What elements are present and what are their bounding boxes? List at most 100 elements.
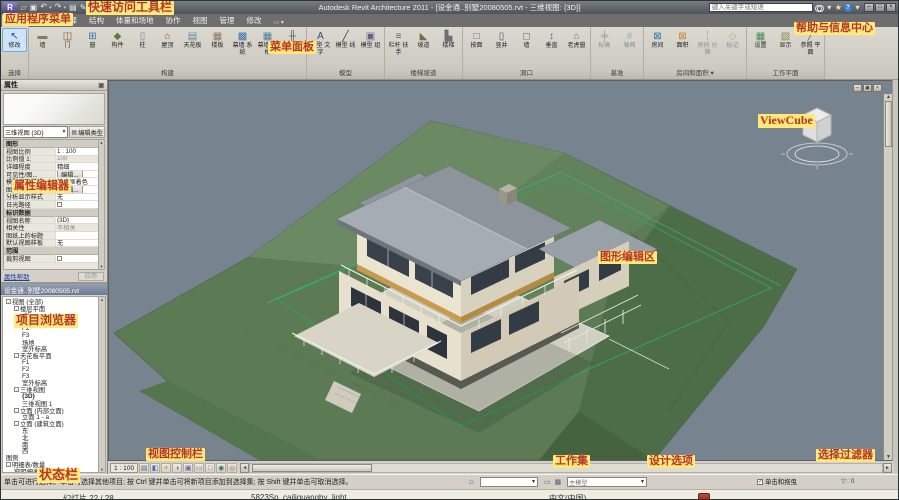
panel-toggle-icon[interactable]: ▭ ▾ [274,19,284,27]
hide-isolate-icon[interactable]: ◉ [216,463,226,473]
property-row[interactable]: 默认视图样板无 [4,240,104,248]
search-input[interactable] [709,3,813,12]
render-icon[interactable]: ▣ [183,463,193,473]
edit-button[interactable]: 编辑... [57,186,83,193]
property-value[interactable]: 精细 [56,163,104,170]
shadows-icon[interactable]: ◑ [172,463,182,473]
tree-item-F2[interactable]: F2 [4,325,97,332]
apply-button[interactable]: 应用 [78,272,104,281]
search-binoculars-icon[interactable] [815,5,824,11]
selection-filter-control[interactable]: ▽ : 0 [841,477,854,485]
tree-expander-icon[interactable]: - [14,421,19,426]
browser-scrollbar[interactable]: ▲▼ [98,297,105,472]
ribbon-button-curtain-system[interactable]: ▩幕墙 系统 [230,28,255,58]
close-button[interactable]: × [886,3,896,12]
tree-item-南[interactable]: 南 [4,441,97,448]
ribbon-button-curtain-grid[interactable]: ▦幕墙 网格 [255,28,280,58]
crop-region-icon[interactable]: □ [205,463,215,473]
ribbon-button-ceiling[interactable]: ▤天花板 [180,28,205,52]
redo-icon[interactable]: ↷ ▾ [53,1,67,14]
detail-level-icon[interactable]: ▤ [139,463,149,473]
ribbon-button-shaft[interactable]: ▯竖井 [489,28,514,52]
drag-select-checkbox[interactable]: ✓ 单击和拖曳 [757,477,797,486]
ribbon-button-area[interactable]: ⊠面积 [670,28,695,52]
tree-item-立面 (内部立面)[interactable]: -立面 (内部立面) [4,407,97,414]
tree-item-室外标高[interactable]: 室外标高 [4,380,97,387]
workset-dropdown[interactable]: ▼ [480,477,538,487]
tab-体量和场地[interactable]: 体量和场地 [110,14,160,27]
tree-item-F3[interactable]: F3 [4,332,97,339]
switch-window-icon[interactable]: ▥ ▾ [108,1,123,14]
open-file-icon[interactable]: ▱ [19,2,28,13]
properties-help-link[interactable]: 属性帮助 [4,272,30,281]
ribbon-button-set-workplane[interactable]: ▦设置 [748,28,773,52]
ribbon-button-show-workplane[interactable]: ▧显示 [773,28,798,52]
tree-item-北[interactable]: 北 [4,434,97,441]
tab-注释[interactable]: 注释 [56,14,83,27]
tree-item-立面 (建筑立面)[interactable]: -立面 (建筑立面) [4,420,97,427]
3d-view-icon[interactable]: ▧ [98,2,109,13]
ribbon-button-vertical-opening[interactable]: ↕垂直 [539,28,564,52]
ribbon-button-window[interactable]: ⊞窗 [80,28,105,52]
checkbox-icon[interactable] [57,256,62,261]
view-restore-button[interactable]: ▣ [863,84,872,92]
property-value[interactable]: {3D} [56,217,104,224]
ribbon-button-ref-plane[interactable]: ╱参照 平面 [798,28,823,58]
tree-item--1F[interactable]: -1F [4,312,97,319]
tree-expander-icon[interactable]: - [6,462,11,467]
subscription-star-icon[interactable]: ★ [835,3,842,13]
view-close-button[interactable]: × [873,84,882,92]
tab-结构[interactable]: 结构 [83,14,110,27]
edit-button[interactable]: 编辑... [57,171,83,178]
3d-model-view[interactable] [109,81,893,460]
ribbon-button-railing[interactable]: ≡栏杆 扶手 [386,28,411,58]
property-value[interactable]: 1 : 100 ▾ [56,148,104,155]
scale-button[interactable]: 1 : 100 [110,463,138,473]
properties-scrollbar[interactable]: ▲▼ [98,140,104,269]
drawing-area[interactable]: ─▣× ▲ ▼ [108,80,894,461]
property-value[interactable] [56,232,104,239]
design-options-dropdown[interactable]: 主模型▼ [567,477,647,487]
tree-expander-icon[interactable]: - [6,299,11,304]
ribbon-button-model-group[interactable]: ▣模型 组 [358,28,383,52]
ribbon-button-model-text[interactable]: A模型 文字 [308,28,333,58]
property-value[interactable]: 编辑... [56,186,104,193]
type-selector-dropdown[interactable]: 三维视图 {3D}▼ [3,126,68,138]
scroll-left-icon[interactable]: ◄ [240,463,249,473]
tab-管理[interactable]: 管理 [214,14,241,27]
ribbon-button-modify[interactable]: ↖修改 [2,28,27,52]
undo-icon[interactable]: ↶ ▾ [39,1,53,14]
scroll-right-icon[interactable]: ► [883,463,892,473]
ribbon-button-component[interactable]: ◆构件 [105,28,130,52]
tab-修改[interactable]: 修改 [241,14,268,27]
ribbon-button-floor[interactable]: ▦楼板 [205,28,230,52]
property-row[interactable]: 裁剪视图 [4,255,104,263]
ribbon-button-model-line[interactable]: ╱模型 线 [333,28,358,52]
tree-item-视图 (全部)[interactable]: -视图 (全部) [4,298,97,305]
visual-style-icon[interactable]: ◧ [150,463,160,473]
tab-协作[interactable]: 协作 [160,14,187,27]
crop-view-icon[interactable]: ▭ [194,463,204,473]
scroll-thumb[interactable] [885,101,892,147]
sync-icon[interactable]: ↻ [88,2,98,13]
property-value[interactable]: 不相关 [56,224,104,231]
tree-item-三维视图[interactable]: -三维视图 [4,386,97,393]
property-value[interactable]: 100 [56,156,104,163]
property-value[interactable] [56,255,104,262]
tree-item-天花板平面[interactable]: -天花板平面 [4,352,97,359]
property-value[interactable]: 带边框着色 [56,178,104,185]
ribbon-button-door[interactable]: ◫门 [55,28,80,52]
ribbon-button-mullion[interactable]: ╫竖梃 [280,28,305,52]
ribbon-button-roof[interactable]: ⌂屋顶 [155,28,180,52]
tree-expander-icon[interactable]: - [14,387,19,392]
sun-path-icon[interactable]: ☀ [161,463,171,473]
tree-item-场地[interactable]: 场地 [4,339,97,346]
property-value[interactable]: 编辑... [56,171,104,178]
tab-插入[interactable]: 插入 [29,14,56,27]
tree-item-楼层平面[interactable]: -楼层平面 [4,305,97,312]
help-caret-icon[interactable]: ▾ [854,2,861,13]
ribbon-button-wall[interactable]: ▬墙 [30,28,55,52]
measure-icon[interactable]: ✎ [78,2,88,13]
tab-视图[interactable]: 视图 [187,14,214,27]
checkbox-icon[interactable] [57,202,62,207]
